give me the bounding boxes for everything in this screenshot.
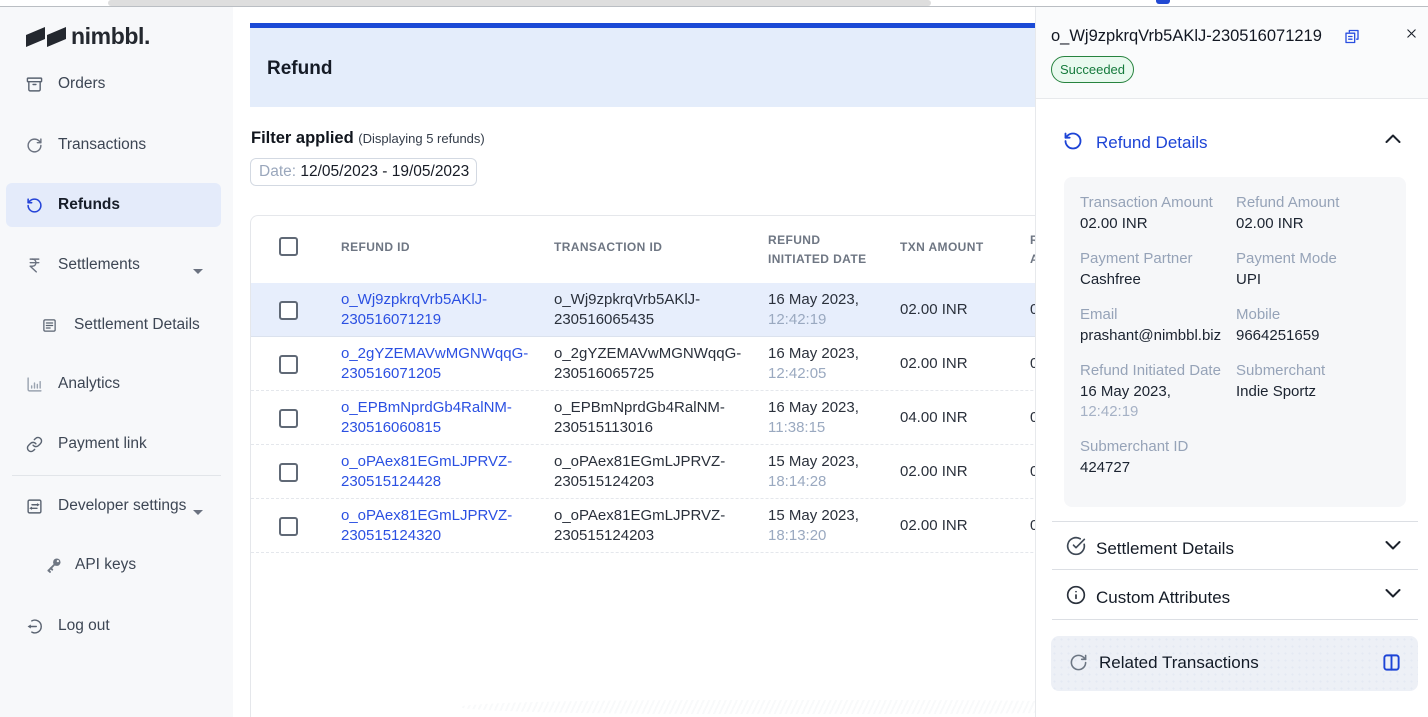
svg-text:nimbbl.: nimbbl. [71, 23, 150, 48]
